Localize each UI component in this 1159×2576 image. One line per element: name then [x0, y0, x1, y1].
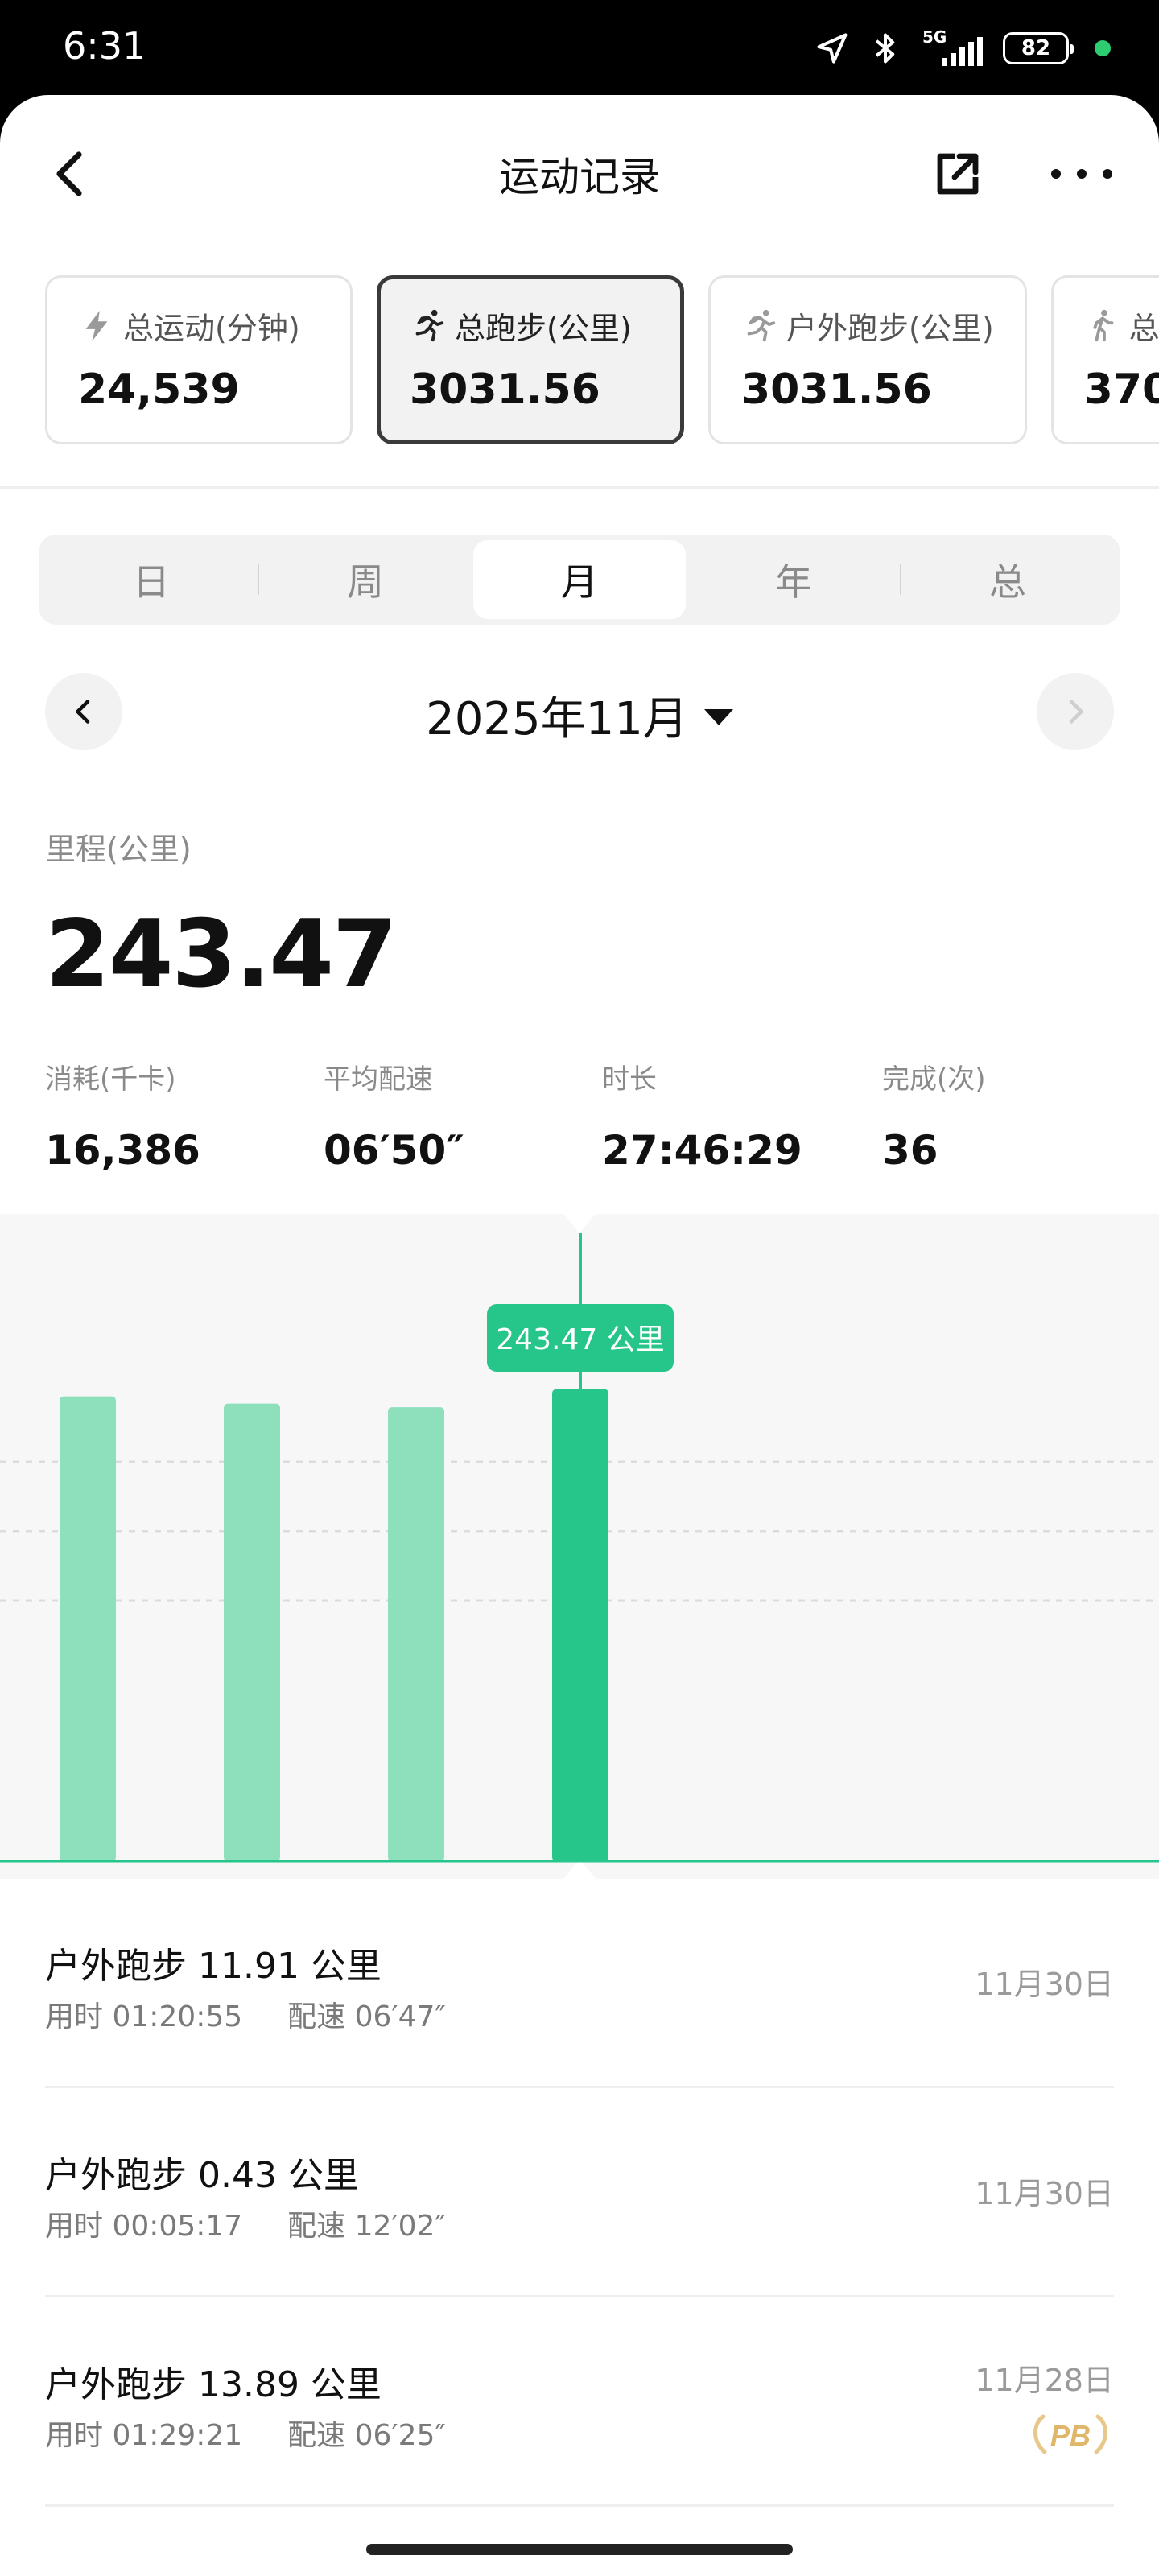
- activity-pace: 配速 12′02″: [287, 2210, 446, 2243]
- stat-label: 时长: [602, 1063, 657, 1096]
- activity-date: 11月30日: [975, 2176, 1114, 2211]
- more-dot: [1103, 169, 1112, 179]
- tab-week[interactable]: 周: [259, 540, 472, 619]
- share-icon[interactable]: [932, 148, 984, 200]
- activity-meta: 用时 01:29:21 配速 06′25″: [45, 2412, 446, 2454]
- battery-icon: 82: [1003, 32, 1074, 64]
- status-bar: 6:31 5G 82: [0, 0, 1159, 98]
- chart-bar: [388, 1407, 444, 1861]
- stat-label: 消耗(千卡): [45, 1063, 176, 1096]
- card-label-text: 总跑步(公里): [455, 311, 632, 346]
- card-label-text: 户外跑步(公里): [786, 311, 994, 346]
- more-dot: [1051, 169, 1061, 179]
- month-selector[interactable]: 2025年11月: [0, 683, 1159, 748]
- card-value: 24,539: [78, 365, 240, 414]
- activity-time: 用时 01:20:55: [45, 2000, 243, 2033]
- chart-notch-bottom: [563, 1860, 596, 1879]
- activity-time: 用时 01:29:21: [45, 2419, 243, 2452]
- stat-value: 36: [882, 1127, 938, 1174]
- status-icons: 5G 82: [815, 27, 1111, 68]
- bar-chart-svg[interactable]: 8月9月10月本月243.47 公里: [0, 1214, 1159, 1879]
- stat-value: 27:46:29: [602, 1127, 802, 1174]
- signal-icon: 5G: [921, 27, 985, 68]
- tab-month[interactable]: 月: [473, 540, 686, 619]
- card-label: 户外跑步(公里): [741, 303, 994, 348]
- summary-stats: 消耗(千卡) 16,386 平均配速 06′50″ 时长 27:46:29 完成…: [45, 1057, 1159, 1202]
- pb-badge: PB: [1033, 2414, 1107, 2454]
- location-arrow-icon: [817, 33, 848, 64]
- more-horizontal-icon[interactable]: [1051, 159, 1112, 188]
- card-label: 总运动(分钟): [78, 303, 320, 348]
- card-label-text: 总: [1128, 311, 1159, 346]
- page-title: 运动记录: [499, 154, 660, 200]
- month-label: 2025年11月: [426, 693, 688, 745]
- bluetooth-icon: [875, 33, 895, 64]
- stat-calories: 消耗(千卡) 16,386: [45, 1057, 319, 1174]
- privacy-indicator: [1095, 40, 1111, 56]
- tab-total[interactable]: 总: [901, 540, 1114, 619]
- card-value: 3031.56: [741, 365, 932, 414]
- caret-down-icon: [703, 708, 733, 725]
- running-icon: [415, 309, 444, 341]
- distance-label: 里程(公里): [45, 832, 192, 867]
- list-item[interactable]: 户外跑步 11.91 公里 用时 01:20:55 配速 06′47″ 11月3…: [45, 1879, 1114, 2088]
- battery-level: 82: [1021, 36, 1051, 60]
- walking-icon: [1093, 309, 1114, 341]
- more-dot: [1077, 169, 1087, 179]
- activity-title: 户外跑步 13.89 公里: [45, 2364, 382, 2405]
- stat-value: 16,386: [45, 1127, 200, 1174]
- chart-tooltip-text: 243.47 公里: [496, 1323, 664, 1356]
- chart-notch-top: [563, 1214, 596, 1233]
- card-label: 总: [1084, 303, 1159, 348]
- chevron-right-icon: [1069, 700, 1083, 724]
- card-value: 3031.56: [410, 365, 600, 414]
- stat-label: 完成(次): [882, 1063, 986, 1096]
- metric-card-total-exercise[interactable]: 总运动(分钟) 24,539: [45, 275, 353, 444]
- distance-value: 243.47: [45, 900, 398, 1009]
- next-month-button[interactable]: [1037, 673, 1114, 750]
- status-time: 6:31: [63, 24, 146, 68]
- pb-label: PB: [1050, 2419, 1091, 2452]
- activity-pace: 配速 06′25″: [287, 2419, 446, 2452]
- metric-cards: 总运动(分钟) 24,539 总跑步(公里) 3031.56 户外跑步(公里): [45, 275, 1159, 446]
- monthly-distance-chart[interactable]: 8月9月10月本月243.47 公里: [0, 1214, 1159, 1879]
- activity-title: 户外跑步 0.43 公里: [45, 2155, 359, 2196]
- top-nav: 运动记录: [0, 95, 1159, 256]
- chart-bar: [60, 1396, 116, 1861]
- metric-card-total-running[interactable]: 总跑步(公里) 3031.56: [377, 275, 684, 444]
- sport-records-sheet: 运动记录 总运动(分钟) 24,539 总跑步(公里) 3031.56 户外跑步…: [0, 95, 1159, 2576]
- running-icon: [747, 309, 776, 341]
- chart-bar: [552, 1389, 608, 1861]
- activity-date: 11月28日: [975, 2363, 1114, 2398]
- stat-avg-pace: 平均配速 06′50″: [324, 1057, 597, 1174]
- tab-day[interactable]: 日: [45, 540, 258, 619]
- stat-value: 06′50″: [324, 1127, 464, 1174]
- card-label-text: 总运动(分钟): [123, 311, 300, 346]
- metric-card-outdoor-running[interactable]: 户外跑步(公里) 3031.56: [708, 275, 1027, 444]
- activity-meta: 用时 00:05:17 配速 12′02″: [45, 2202, 446, 2244]
- stat-completed: 完成(次) 36: [882, 1057, 1156, 1174]
- tab-year[interactable]: 年: [687, 540, 900, 619]
- stat-label: 平均配速: [324, 1063, 433, 1096]
- lightning-icon: [85, 310, 108, 341]
- chart-bar: [224, 1403, 280, 1861]
- list-item[interactable]: 户外跑步 13.89 公里 用时 01:29:21 配速 06′25″ 11月2…: [45, 2297, 1114, 2507]
- activity-time: 用时 00:05:17: [45, 2210, 243, 2243]
- activity-meta: 用时 01:20:55 配速 06′47″: [45, 1993, 446, 2035]
- period-tabs: 日 周 月 年 总: [39, 535, 1120, 625]
- list-item[interactable]: 户外跑步 0.43 公里 用时 00:05:17 配速 12′02″ 11月30…: [45, 2088, 1114, 2297]
- stat-duration: 时长 27:46:29: [602, 1057, 876, 1174]
- activity-pace: 配速 06′47″: [287, 2000, 446, 2033]
- metric-card-walking[interactable]: 总 370: [1050, 275, 1159, 444]
- activity-title: 户外跑步 11.91 公里: [45, 1946, 382, 1987]
- home-indicator: [366, 2544, 793, 2555]
- card-value: 370: [1083, 365, 1159, 414]
- activity-date: 11月30日: [975, 1967, 1114, 2002]
- divider: [0, 486, 1159, 489]
- card-label: 总跑步(公里): [410, 303, 651, 348]
